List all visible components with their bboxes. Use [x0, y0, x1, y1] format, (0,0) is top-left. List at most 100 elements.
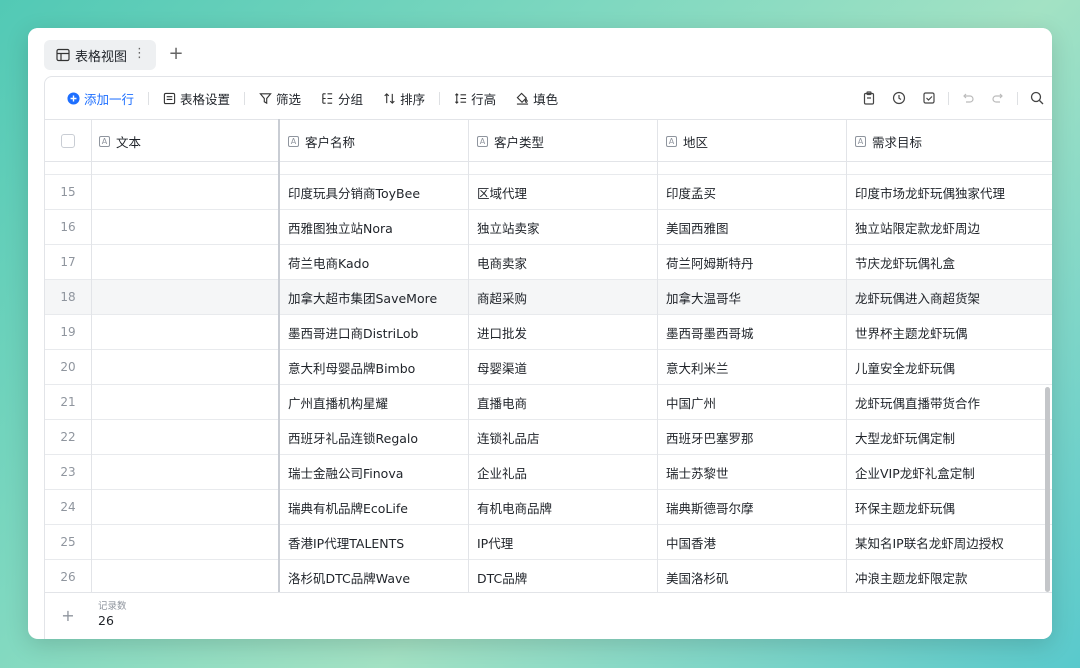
cell-region[interactable]: 中国香港 [658, 525, 846, 559]
cell-text[interactable] [92, 560, 278, 594]
column-header-region[interactable]: A 地区 [658, 120, 846, 162]
column-header-demand-goal[interactable]: A 需求目标 [847, 120, 1052, 162]
row-height-button[interactable]: 行高 [454, 89, 496, 108]
cell-name[interactable]: 西班牙礼品连锁Regalo [280, 420, 468, 454]
cell-region[interactable]: 美国洛杉矶 [658, 560, 846, 594]
column-header-customer-name[interactable]: A 客户名称 [280, 120, 468, 162]
cell-text[interactable] [92, 210, 278, 244]
filter-button[interactable]: 筛选 [259, 89, 301, 108]
cell-region[interactable]: 意大利米兰 [658, 350, 846, 384]
more-icon[interactable]: ⋮ [133, 46, 146, 61]
cell-text[interactable] [92, 525, 278, 559]
tab-table-view[interactable]: 表格视图 ⋮ [44, 40, 156, 70]
table-row[interactable]: 21 广州直播机构星耀 直播电商 中国广州 龙虾玩偶直播带货合作 [45, 385, 1052, 420]
cell-name[interactable]: 广州直播机构星耀 [280, 385, 468, 419]
cell-region[interactable]: 瑞士苏黎世 [658, 455, 846, 489]
cell-name[interactable]: 加拿大超市集团SaveMore [280, 280, 468, 314]
cell-region[interactable]: 西班牙巴塞罗那 [658, 420, 846, 454]
table-row[interactable]: 22 西班牙礼品连锁Regalo 连锁礼品店 西班牙巴塞罗那 大型龙虾玩偶定制 [45, 420, 1052, 455]
table-settings-button[interactable]: 表格设置 [163, 89, 230, 108]
cell-text[interactable] [92, 315, 278, 349]
table-row[interactable]: 16 西雅图独立站Nora 独立站卖家 美国西雅图 独立站限定款龙虾周边 [45, 210, 1052, 245]
cell-region[interactable]: 瑞典斯德哥尔摩 [658, 490, 846, 524]
cell-type[interactable]: 母婴渠道 [469, 350, 657, 384]
cell-name[interactable]: 香港IP代理TALENTS [280, 525, 468, 559]
cell-text[interactable] [92, 175, 278, 209]
cell-goal[interactable]: 大型龙虾玩偶定制 [847, 420, 1052, 454]
row-number: 24 [60, 500, 76, 514]
cell-type[interactable]: 连锁礼品店 [469, 420, 657, 454]
cell-type[interactable]: 电商卖家 [469, 245, 657, 279]
cell-region[interactable]: 加拿大温哥华 [658, 280, 846, 314]
cell-region[interactable]: 印度孟买 [658, 175, 846, 209]
group-button[interactable]: 分组 [321, 89, 363, 108]
vertical-scrollbar[interactable] [1045, 387, 1050, 592]
cell-name[interactable]: 瑞士金融公司Finova [280, 455, 468, 489]
cell-goal[interactable]: 儿童安全龙虾玩偶 [847, 350, 1052, 384]
cell-region[interactable]: 荷兰阿姆斯特丹 [658, 245, 846, 279]
cell-goal[interactable]: 节庆龙虾玩偶礼盒 [847, 245, 1052, 279]
cell-name[interactable]: 印度玩具分销商ToyBee [280, 175, 468, 209]
fill-color-button[interactable]: 填色 [516, 89, 558, 108]
cell-goal[interactable]: 某知名IP联名龙虾周边授权 [847, 525, 1052, 559]
cell-type[interactable]: 商超采购 [469, 280, 657, 314]
cell-name[interactable]: 瑞典有机品牌EcoLife [280, 490, 468, 524]
table-row[interactable]: 18 加拿大超市集团SaveMore 商超采购 加拿大温哥华 龙虾玩偶进入商超货架 [45, 280, 1052, 315]
cell-goal[interactable]: 企业VIP龙虾礼盒定制 [847, 455, 1052, 489]
cell-region[interactable]: 美国西雅图 [658, 210, 846, 244]
toolbar-divider [148, 91, 150, 105]
cell-name[interactable]: 西雅图独立站Nora [280, 210, 468, 244]
sort-button[interactable]: 排序 [383, 89, 425, 108]
column-header-text[interactable]: A 文本 [91, 120, 279, 162]
table-row[interactable]: 19 墨西哥进口商DistriLob 进口批发 墨西哥墨西哥城 世界杯主题龙虾玩偶 [45, 315, 1052, 350]
cell-goal[interactable]: 印度市场龙虾玩偶独家代理 [847, 175, 1052, 209]
task-check-icon[interactable] [914, 91, 944, 105]
cell-type[interactable]: 有机电商品牌 [469, 490, 657, 524]
table-row[interactable]: 24 瑞典有机品牌EcoLife 有机电商品牌 瑞典斯德哥尔摩 环保主题龙虾玩偶 [45, 490, 1052, 525]
cell-text[interactable] [92, 245, 278, 279]
cell-region[interactable]: 墨西哥墨西哥城 [658, 315, 846, 349]
clipboard-icon[interactable] [854, 91, 884, 105]
table-row[interactable]: 20 意大利母婴品牌Bimbo 母婴渠道 意大利米兰 儿童安全龙虾玩偶 [45, 350, 1052, 385]
add-row-button[interactable]: 添加一行 [67, 89, 134, 108]
cell-type[interactable]: DTC品牌 [469, 560, 657, 594]
table-row[interactable]: 23 瑞士金融公司Finova 企业礼品 瑞士苏黎世 企业VIP龙虾礼盒定制 [45, 455, 1052, 490]
cell-type[interactable]: 直播电商 [469, 385, 657, 419]
column-header-customer-type[interactable]: A 客户类型 [469, 120, 657, 162]
cell-text[interactable] [92, 490, 278, 524]
cell-goal[interactable]: 龙虾玩偶进入商超货架 [847, 280, 1052, 314]
select-all-checkbox[interactable] [61, 134, 75, 148]
undo-icon[interactable] [953, 91, 983, 105]
cell-name[interactable]: 意大利母婴品牌Bimbo [280, 350, 468, 384]
cell-text[interactable] [92, 420, 278, 454]
search-icon[interactable] [1022, 91, 1052, 105]
cell-type[interactable]: 企业礼品 [469, 455, 657, 489]
cell-text[interactable] [92, 280, 278, 314]
cell-name[interactable]: 墨西哥进口商DistriLob [280, 315, 468, 349]
cell-text[interactable] [92, 350, 278, 384]
tab-label: 表格视图 [75, 49, 128, 65]
cell-region[interactable]: 中国广州 [658, 385, 846, 419]
cell-goal[interactable]: 龙虾玩偶直播带货合作 [847, 385, 1052, 419]
add-record-button[interactable]: + [45, 593, 91, 638]
table-row[interactable]: 26 洛杉矶DTC品牌Wave DTC品牌 美国洛杉矶 冲浪主题龙虾限定款 [45, 560, 1052, 595]
redo-icon[interactable] [983, 91, 1013, 105]
cell-goal[interactable]: 世界杯主题龙虾玩偶 [847, 315, 1052, 349]
table-row[interactable]: 15 印度玩具分销商ToyBee 区域代理 印度孟买 印度市场龙虾玩偶独家代理 [45, 175, 1052, 210]
history-icon[interactable] [884, 91, 914, 105]
cell-text[interactable] [92, 455, 278, 489]
cell-goal[interactable]: 环保主题龙虾玩偶 [847, 490, 1052, 524]
cell-type[interactable]: 独立站卖家 [469, 210, 657, 244]
sort-label: 排序 [400, 91, 426, 107]
table-row[interactable]: 17 荷兰电商Kado 电商卖家 荷兰阿姆斯特丹 节庆龙虾玩偶礼盒 [45, 245, 1052, 280]
cell-goal[interactable]: 冲浪主题龙虾限定款 [847, 560, 1052, 594]
add-view-button[interactable]: + [166, 42, 186, 66]
cell-goal[interactable]: 独立站限定款龙虾周边 [847, 210, 1052, 244]
cell-type[interactable]: IP代理 [469, 525, 657, 559]
cell-name[interactable]: 荷兰电商Kado [280, 245, 468, 279]
cell-name[interactable]: 洛杉矶DTC品牌Wave [280, 560, 468, 594]
cell-text[interactable] [92, 385, 278, 419]
cell-type[interactable]: 区域代理 [469, 175, 657, 209]
table-row[interactable]: 25 香港IP代理TALENTS IP代理 中国香港 某知名IP联名龙虾周边授权 [45, 525, 1052, 560]
cell-type[interactable]: 进口批发 [469, 315, 657, 349]
